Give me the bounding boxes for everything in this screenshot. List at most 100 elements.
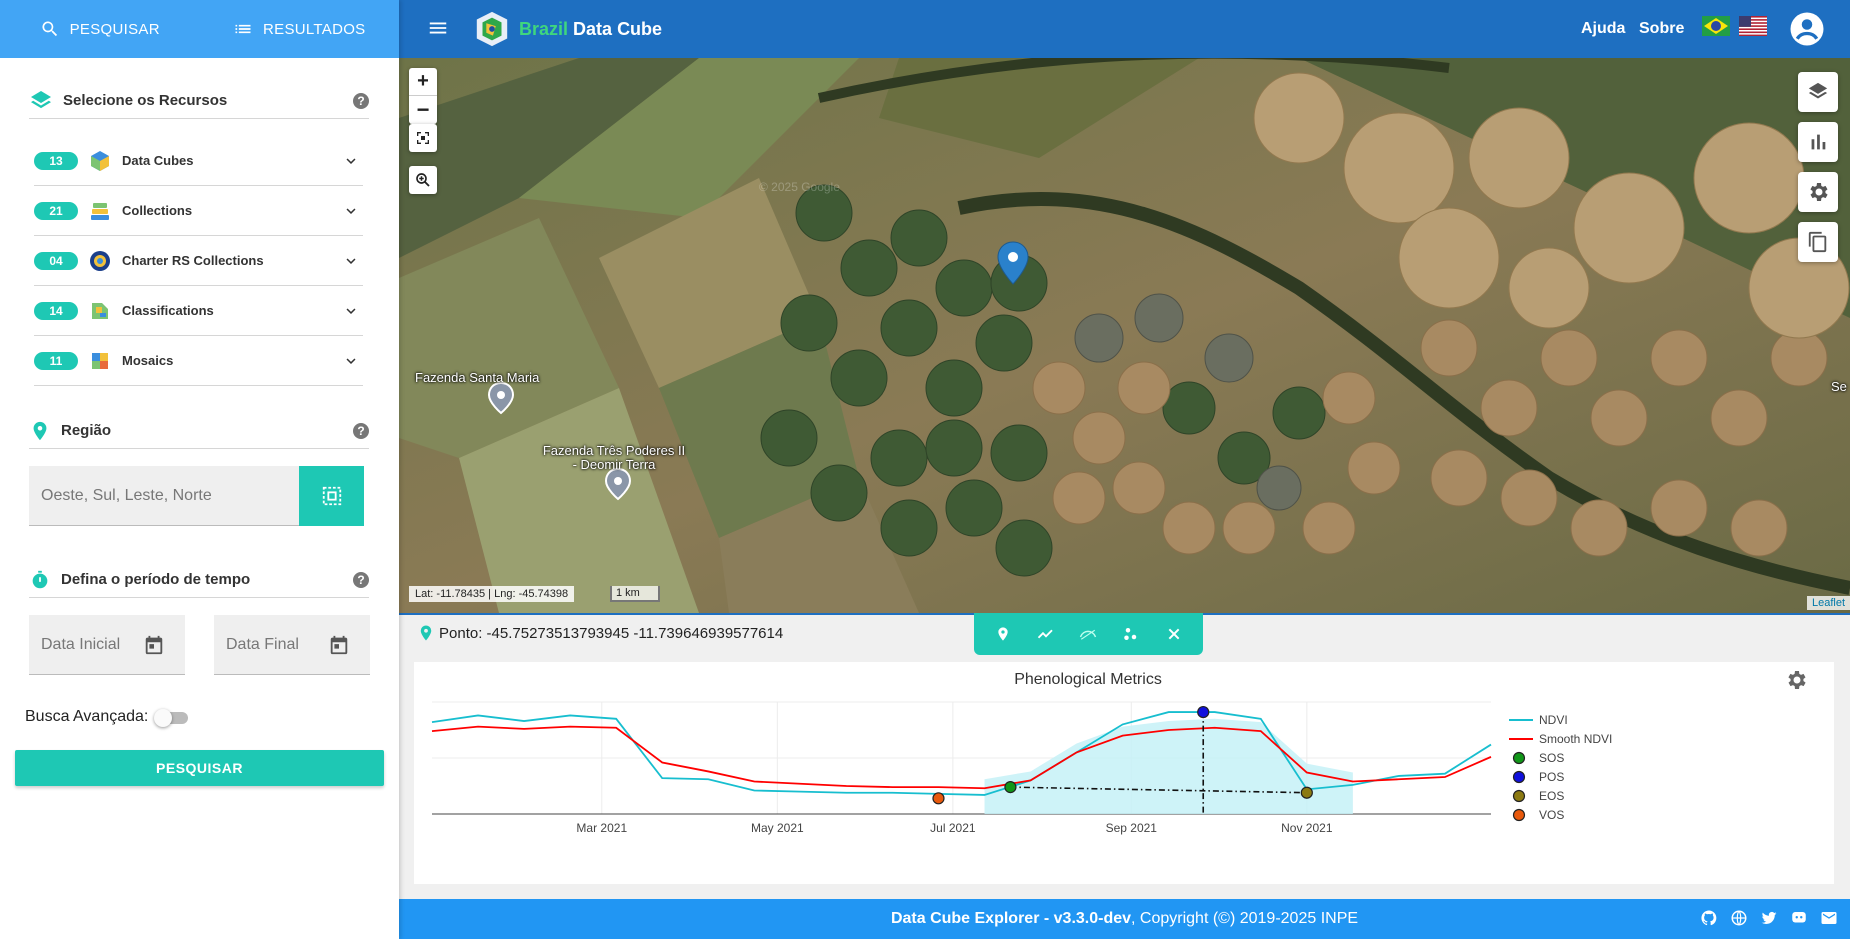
search-button-label: PESQUISAR: [156, 760, 243, 776]
resource-item-data-cubes[interactable]: 13 Data Cubes: [34, 136, 363, 186]
search-button[interactable]: PESQUISAR: [15, 750, 384, 786]
location-pin-icon: [420, 625, 432, 641]
calendar-icon[interactable]: [328, 634, 350, 656]
brand[interactable]: Brazil Data Cube: [473, 10, 662, 48]
resource-item-classifications[interactable]: 14 Classifications: [34, 286, 363, 336]
metric-point-eos[interactable]: [1300, 786, 1313, 799]
pin-tool-button[interactable]: [990, 621, 1016, 647]
us-flag-icon[interactable]: [1739, 16, 1767, 36]
timeseries-tool-button[interactable]: [1033, 621, 1059, 647]
draw-region-button[interactable]: [299, 466, 364, 526]
layers-icon: [31, 90, 51, 108]
legend-swatch: [1512, 770, 1526, 784]
chart-button[interactable]: [1798, 122, 1838, 162]
close-icon: [1168, 628, 1180, 640]
zoom-magnifier-icon: [416, 173, 430, 187]
layers-button[interactable]: [1798, 72, 1838, 112]
start-date-placeholder: Data Inicial: [41, 635, 121, 653]
location-pin-icon: [33, 421, 47, 440]
resource-label: Mosaics: [122, 353, 174, 368]
line-chart-icon: [1037, 629, 1053, 639]
charter-icon: [90, 250, 110, 271]
chevron-down-icon[interactable]: [339, 249, 363, 273]
chevron-down-icon[interactable]: [339, 149, 363, 173]
metric-point-sos[interactable]: [1004, 781, 1017, 794]
select-area-icon: [322, 486, 341, 506]
end-date-placeholder: Data Final: [226, 635, 299, 653]
globe-icon[interactable]: [1730, 909, 1748, 927]
sidebar-tabs: PESQUISAR RESULTADOS: [0, 0, 399, 58]
map[interactable]: Fazenda Santa Maria Fazenda Três Poderes…: [399, 58, 1850, 613]
about-link[interactable]: Sobre: [1639, 20, 1684, 38]
resource-item-charter[interactable]: 04 Charter RS Collections: [34, 236, 363, 286]
legend-label[interactable]: EOS: [1539, 789, 1564, 803]
tab-search[interactable]: PESQUISAR: [0, 0, 200, 58]
calendar-icon[interactable]: [143, 634, 165, 656]
resource-item-collections[interactable]: 21 Collections: [34, 186, 363, 236]
x-tick-label: Jul 2021: [930, 821, 976, 835]
legend-swatch: [1512, 751, 1526, 765]
help-link[interactable]: Ajuda: [1581, 20, 1625, 38]
resource-label: Collections: [122, 203, 193, 218]
resources-header: Selecione os Recursos ?: [29, 83, 369, 119]
discord-icon[interactable]: [1790, 909, 1808, 927]
start-date-input[interactable]: Data Inicial: [29, 615, 185, 675]
phenology-chart[interactable]: Phenological Metrics Mar 2021 May 2021 Jul…: [414, 662, 1834, 884]
help-icon[interactable]: ?: [353, 571, 369, 588]
count-badge: 13: [34, 151, 78, 170]
x-tick-label: Sep 2021: [1106, 821, 1158, 835]
close-panel-button[interactable]: [1161, 621, 1187, 647]
legend-label[interactable]: VOS: [1539, 808, 1564, 822]
gear-icon: [1810, 183, 1828, 201]
resource-label: Data Cubes: [122, 153, 194, 168]
scatter-tool-button[interactable]: [1118, 621, 1144, 647]
cube-icon: [91, 150, 109, 171]
phenology-icon: [1080, 629, 1097, 640]
chart-settings-button[interactable]: [1788, 671, 1806, 689]
settings-button[interactable]: [1798, 172, 1838, 212]
resource-label: Classifications: [122, 303, 214, 318]
advanced-search-toggle[interactable]: [154, 709, 190, 727]
phenology-tool-button[interactable]: [1075, 621, 1101, 647]
stack-icon: [91, 202, 109, 220]
chevron-down-icon[interactable]: [339, 349, 363, 373]
region-placeholder: Oeste, Sul, Leste, Norte: [41, 486, 212, 504]
github-icon[interactable]: [1700, 909, 1718, 927]
menu-icon[interactable]: [427, 17, 449, 44]
legend-label[interactable]: SOS: [1539, 751, 1564, 765]
copy-button[interactable]: [1798, 222, 1838, 262]
tab-results[interactable]: RESULTADOS: [200, 0, 400, 58]
chevron-down-icon[interactable]: [339, 199, 363, 223]
zoom-in-button[interactable]: +: [409, 68, 437, 96]
leaflet-attribution[interactable]: Leaflet: [1806, 596, 1850, 610]
twitter-icon[interactable]: [1760, 909, 1778, 927]
mosaic-icon: [92, 352, 108, 369]
brazil-flag-icon[interactable]: [1702, 16, 1730, 36]
end-date-input[interactable]: Data Final: [214, 615, 370, 675]
period-header: Defina o período de tempo ?: [29, 562, 369, 598]
layers-icon: [1808, 82, 1828, 99]
footer-text: Data Cube Explorer - v3.3.0-dev, Copyrig…: [890, 910, 1359, 927]
chevron-down-icon[interactable]: [339, 299, 363, 323]
bar-chart-icon: [1811, 134, 1826, 150]
help-icon[interactable]: ?: [353, 92, 369, 109]
satellite-imagery: [399, 58, 1850, 613]
legend-label[interactable]: Smooth NDVI: [1539, 732, 1612, 746]
region-input[interactable]: Oeste, Sul, Leste, Norte: [29, 466, 299, 526]
metric-point-pos[interactable]: [1197, 705, 1210, 719]
legend-label[interactable]: NDVI: [1539, 713, 1568, 727]
fullscreen-button[interactable]: [409, 124, 437, 152]
fullscreen-icon: [417, 132, 429, 144]
zoom-out-button[interactable]: −: [409, 96, 437, 124]
account-icon[interactable]: [1789, 11, 1825, 47]
help-icon[interactable]: ?: [353, 422, 369, 439]
zoom-box-button[interactable]: [409, 166, 437, 194]
zoom-control: + −: [409, 68, 437, 124]
metric-point-vos[interactable]: [932, 792, 945, 805]
region-header: Região ?: [29, 413, 369, 449]
point-label: Ponto: -45.75273513793945 -11.7396469395…: [417, 622, 783, 644]
legend-swatch: [1512, 808, 1526, 822]
resource-item-mosaics[interactable]: 11 Mosaics: [34, 336, 363, 386]
legend-label[interactable]: POS: [1539, 770, 1564, 784]
email-icon[interactable]: [1820, 909, 1838, 927]
